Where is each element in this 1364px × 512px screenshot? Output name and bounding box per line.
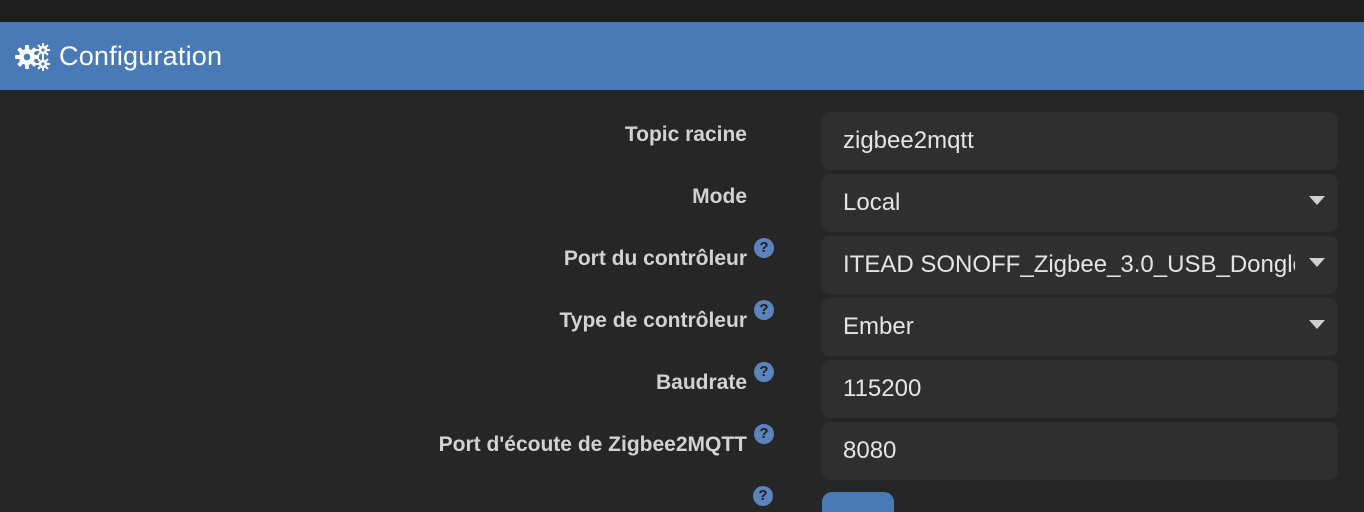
port-ecoute-input[interactable]: 8080 — [821, 422, 1338, 480]
baudrate-input[interactable]: 115200 — [821, 360, 1338, 418]
help-icon[interactable]: ? — [754, 424, 774, 444]
mode-select[interactable]: Local — [821, 174, 1338, 232]
type-controleur-value: Ember — [843, 313, 914, 340]
panel-header: Configuration — [0, 22, 1364, 90]
port-ecoute-value: 8080 — [843, 437, 897, 464]
form-row-baudrate: Baudrate ? 115200 — [0, 360, 1364, 418]
field-label-wrap: Port d'écoute de Zigbee2MQTT ? — [439, 422, 774, 480]
field-label-wrap: Topic racine — [625, 112, 774, 170]
form-row-topic-racine: Topic racine zigbee2mqtt — [0, 112, 1364, 170]
field-label-wrap: Port du contrôleur ? — [564, 236, 774, 294]
type-controleur-select[interactable]: Ember — [821, 298, 1338, 356]
port-controleur-select[interactable]: ITEAD SONOFF_Zigbee_3.0_USB_Dongle — [821, 236, 1338, 294]
configuration-form: Topic racine zigbee2mqtt Mode Local Port… — [0, 90, 1364, 512]
field-label-wrap: Baudrate ? — [656, 360, 774, 418]
chevron-down-icon — [1309, 258, 1325, 267]
topic-racine-label: Topic racine — [624, 123, 747, 146]
port-controleur-value: ITEAD SONOFF_Zigbee_3.0_USB_Dongle — [843, 251, 1295, 278]
mode-value: Local — [843, 189, 901, 216]
chevron-down-icon — [1309, 320, 1325, 329]
form-row-mode: Mode Local — [0, 174, 1364, 232]
field-label-wrap: Type de contrôleur ? — [560, 298, 774, 356]
topic-racine-value: zigbee2mqtt — [843, 127, 974, 154]
help-icon[interactable]: ? — [754, 238, 774, 258]
baudrate-label: Baudrate — [655, 371, 747, 394]
baudrate-value: 115200 — [843, 375, 922, 402]
port-ecoute-label: Port d'écoute de Zigbee2MQTT — [438, 433, 747, 456]
panel-title: Configuration — [59, 40, 223, 71]
cogs-icon — [14, 41, 52, 71]
form-row-port-controleur: Port du contrôleur ? ITEAD SONOFF_Zigbee… — [0, 236, 1364, 294]
form-row-port-ecoute: Port d'écoute de Zigbee2MQTT ? 8080 — [0, 422, 1364, 480]
port-controleur-label: Port du contrôleur — [563, 247, 747, 270]
mode-label: Mode — [692, 185, 747, 208]
toggle-switch[interactable] — [822, 492, 894, 512]
form-row-type-controleur: Type de contrôleur ? Ember — [0, 298, 1364, 356]
topic-racine-input[interactable]: zigbee2mqtt — [821, 112, 1338, 170]
field-label-wrap: Mode — [692, 174, 774, 232]
chevron-down-icon — [1309, 196, 1325, 205]
help-icon[interactable]: ? — [754, 362, 774, 382]
help-icon[interactable]: ? — [754, 300, 774, 320]
help-icon[interactable]: ? — [753, 486, 773, 506]
top-bar — [0, 0, 1364, 22]
type-controleur-label: Type de contrôleur — [559, 309, 747, 332]
